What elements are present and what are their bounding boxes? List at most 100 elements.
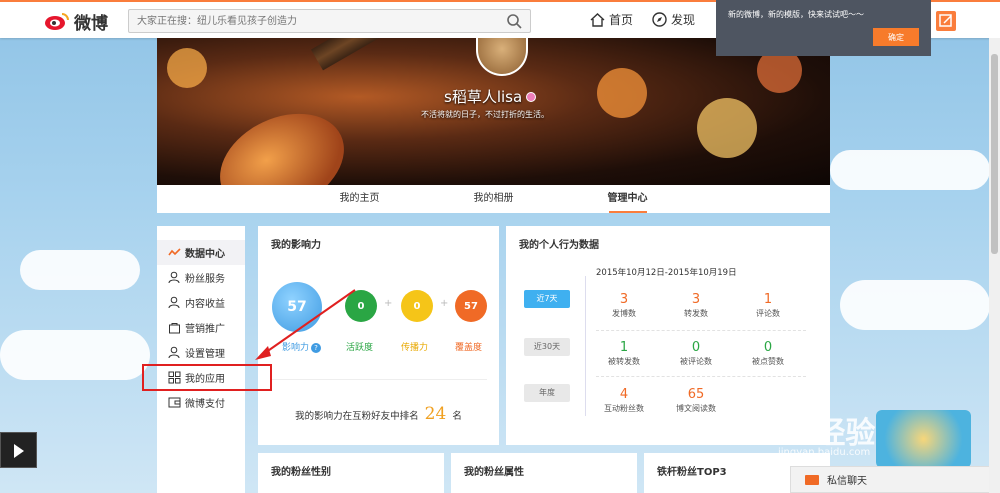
edit-icon: [939, 14, 952, 27]
chat-label: 私信聊天: [827, 476, 867, 487]
activity-bubble: 0: [345, 290, 377, 322]
mail-icon: [805, 474, 819, 485]
baidu-watermark: Bai经验: [762, 416, 876, 451]
rank-prefix: 我的影响力在互粉好友中排名: [295, 411, 419, 422]
rank-line: 我的影响力在互粉好友中排名 24 名: [258, 404, 499, 424]
private-chat-bar[interactable]: 私信聊天: [790, 466, 990, 493]
search-box: [128, 9, 531, 33]
stat-liked: 0 被点赞数: [752, 340, 784, 366]
help-icon[interactable]: ?: [311, 343, 322, 353]
sidebar-item-label: 内容收益: [185, 299, 225, 310]
sidebar-item-marketing[interactable]: 营销推广: [157, 315, 245, 340]
nav-discover-label: 发现: [671, 13, 696, 27]
bokeh-light: [597, 68, 647, 118]
bokeh-light: [167, 48, 207, 88]
cloud-decoration: [840, 280, 990, 330]
coverage-bubble: 57: [455, 290, 487, 322]
sidebar-item-label: 微博支付: [185, 399, 225, 410]
plus-sign: +: [440, 298, 449, 309]
stat-reposts: 3 转发数: [684, 292, 708, 318]
period-30days[interactable]: 近30天: [524, 338, 570, 356]
weibo-logo-icon: [45, 13, 69, 30]
sidebar-item-settings[interactable]: 设置管理: [157, 340, 245, 365]
profile-name[interactable]: s稻草人lisa: [444, 86, 537, 107]
bokeh-light: [697, 98, 757, 158]
row-divider: [596, 330, 806, 331]
new-template-notice: 新的微博，新的模版，快来试试吧～～ 确定: [716, 0, 931, 56]
scroll-thumb[interactable]: [991, 54, 998, 254]
tab-management[interactable]: 管理中心: [561, 185, 695, 213]
profile-tabs: 我的主页 我的相册 管理中心: [157, 185, 830, 213]
compass-icon: [652, 12, 667, 27]
sidebar-item-label: 粉丝服务: [185, 274, 225, 285]
stat-comments: 1 评论数: [756, 292, 780, 318]
fan-attributes-title: 我的粉丝属性: [464, 467, 524, 478]
chart-line-icon: [168, 248, 181, 256]
nav-discover[interactable]: 发现: [652, 11, 695, 28]
profile-name-text: s稻草人lisa: [444, 88, 523, 106]
activity-label: 活跃度: [346, 343, 374, 353]
notice-text: 新的微博，新的模版，快来试试吧～～: [728, 10, 864, 19]
row-divider: [596, 376, 806, 377]
fan-attributes-card: 我的粉丝属性: [451, 453, 637, 493]
play-icon: [14, 444, 24, 458]
nav-home-label: 首页: [609, 13, 634, 27]
plus-sign: +: [384, 298, 393, 309]
influence-score-bubble: 57: [272, 282, 322, 332]
sidebar-item-label: 营销推广: [185, 324, 225, 335]
bag-icon: [169, 323, 180, 334]
home-icon: [590, 12, 605, 27]
stat-commented: 0 被评论数: [680, 340, 712, 366]
cloud-decoration: [20, 250, 140, 290]
nav-home[interactable]: 首页: [590, 11, 633, 28]
cloud-decoration: [830, 150, 990, 190]
fan-gender-title: 我的粉丝性别: [271, 467, 331, 478]
period-year[interactable]: 年度: [524, 384, 570, 402]
guitar-image: [204, 94, 360, 185]
video-thumbnail[interactable]: [0, 432, 37, 468]
rank-value: 24: [424, 404, 447, 424]
stat-reposted: 1 被转发数: [608, 340, 640, 366]
tab-home[interactable]: 我的主页: [293, 185, 427, 213]
highlight-box: [142, 364, 272, 391]
compose-button[interactable]: [936, 11, 956, 31]
user-income-icon: [168, 296, 180, 309]
influence-label: 影响力?: [282, 340, 322, 353]
profile-intro: 不活将就的日子，不过打折的生活。: [421, 110, 549, 119]
date-range: 2015年10月12日-2015年10月19日: [596, 268, 737, 278]
spread-bubble: 0: [401, 290, 433, 322]
profile-cover: s稻草人lisa 不活将就的日子，不过打折的生活。: [157, 38, 830, 185]
game-ad-image[interactable]: [876, 410, 971, 468]
divider: [270, 379, 487, 380]
avatar[interactable]: [476, 38, 528, 76]
tab-album[interactable]: 我的相册: [427, 185, 561, 213]
search-input[interactable]: [129, 10, 499, 32]
female-badge-icon: [526, 91, 537, 102]
wallet-icon: [168, 397, 181, 408]
sidebar-item-label: 数据中心: [185, 249, 225, 260]
weibo-logo[interactable]: 微博: [44, 9, 114, 34]
sidebar-item-content-income[interactable]: 内容收益: [157, 290, 245, 315]
influence-card: 我的影响力 57 0 + 0 + 57 影响力? 活跃度 传播力 覆盖度 我的影…: [258, 226, 499, 445]
coverage-label: 覆盖度: [455, 343, 483, 353]
user-service-icon: [168, 271, 180, 284]
scrollbar[interactable]: [989, 38, 1000, 493]
fan-gender-card: 我的粉丝性别: [258, 453, 444, 493]
rank-suffix: 名: [452, 411, 462, 422]
cloud-decoration: [0, 330, 150, 380]
sidebar-item-label: 设置管理: [185, 349, 225, 360]
stat-posts: 3 发博数: [612, 292, 636, 318]
notice-confirm-button[interactable]: 确定: [873, 28, 919, 46]
sidebar-item-payment[interactable]: 微博支付: [157, 390, 245, 415]
sidebar-item-data-center[interactable]: 数据中心: [157, 240, 245, 265]
management-sidebar: 数据中心 粉丝服务 内容收益 营销推广 设置管理 我的应用 微博支付: [157, 226, 245, 493]
baidu-watermark-url: jingyan.baidu.com: [778, 447, 871, 458]
spread-label: 传播力: [401, 343, 429, 353]
search-icon[interactable]: [506, 13, 522, 29]
timeline-line: [585, 276, 586, 416]
influence-title: 我的影响力: [271, 240, 321, 251]
period-7days[interactable]: 近7天: [524, 290, 570, 308]
sidebar-item-fan-service[interactable]: 粉丝服务: [157, 265, 245, 290]
stat-post-reads: 65 博文阅读数: [676, 387, 716, 413]
stat-interactive-fans: 4 互动粉丝数: [604, 387, 644, 413]
